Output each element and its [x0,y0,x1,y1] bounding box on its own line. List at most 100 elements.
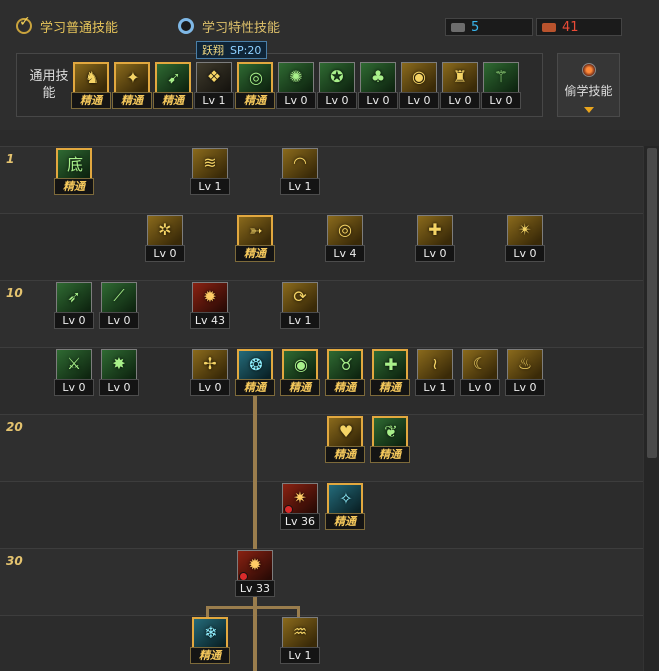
level-requirement-label: 20 [6,420,23,434]
tree-skill-frost-beast[interactable]: ❄ 精通 [190,617,230,665]
tree-skill-ultimate[interactable]: ✹ Lv 33 [235,550,275,598]
frost-beast-icon: ❄ [204,622,218,642]
steal-icon [582,63,596,77]
tree-row: 20 [0,414,643,481]
tooltip-skill-name: 跃翔 [202,44,224,57]
skill-level: Lv 0 [399,92,439,109]
base-kick-icon: 底 [66,155,83,174]
common-skill-4[interactable]: ◎ 精通 [235,62,275,110]
tree-skill-shield[interactable]: ✚ Lv 0 [415,215,455,263]
tree-skill-arc[interactable]: ◠ Lv 1 [280,148,320,196]
tree-skill-spin[interactable]: ⟳ Lv 1 [280,282,320,330]
tree-skill-vine[interactable]: ❦ 精通 [370,416,410,464]
common-skill-0[interactable]: ♞ 精通 [71,62,111,110]
skill-tree: 1 10 20 30 底精通 ≋ Lv 1 ◠ Lv 1 ✲ Lv 0 ➳ 精通 ◎ Lv 4 ✚ Lv 0 ✴… [0,146,659,671]
tab-trait-skills-label: 学习特性技能 [202,20,281,36]
tree-row [0,347,643,414]
skill-level: Lv 0 [460,379,500,396]
heal-cross-icon: ✚ [384,354,398,374]
skill-level: Lv 1 [280,647,320,664]
skill-level: Lv 1 [415,379,455,396]
common-skill-8[interactable]: ◉ Lv 0 [399,62,439,110]
shout-icon: ✪ [330,66,344,86]
scrollbar[interactable] [643,146,659,671]
common-skill-9[interactable]: ♜ Lv 0 [440,62,480,110]
common-skill-7[interactable]: ♣ Lv 0 [358,62,398,110]
tree-row: 10 [0,280,643,347]
tree-skill-orb[interactable]: ❂ 精通 [235,349,275,397]
eye-icon: ◉ [412,66,426,86]
common-skill-10[interactable]: ⚚ Lv 0 [481,62,521,110]
skill-window-header: 学习普通技能 学习特性技能 5 41 跃翔 SP:20 通用技能 ♞精通✦精通➹… [0,0,659,130]
tree-skill-blade[interactable]: ⟋ Lv 0 [99,282,139,330]
mastery-badge: 精通 [370,379,410,396]
tree-skill-dash[interactable]: ➳ 精通 [235,215,275,263]
skill-level: Lv 0 [317,92,357,109]
skill-level: Lv 4 [325,245,365,262]
tree-skill-fire[interactable]: ✹ Lv 43 [190,282,230,330]
tree-row [0,615,643,671]
slash-icon: ≋ [203,152,217,172]
tab-normal-skills-label: 学习普通技能 [40,20,119,36]
skill-level: Lv 0 [54,312,94,329]
skill-level: Lv 0 [54,379,94,396]
common-skill-6[interactable]: ✪ Lv 0 [317,62,357,110]
sword-icon: ⚔ [66,353,82,373]
tree-skill-explode[interactable]: ✷ Lv 36 [280,483,320,531]
steal-skill-button[interactable]: 偷学技能 [557,53,620,117]
orb-icon: ❂ [249,354,263,374]
arc-icon: ◠ [293,152,307,172]
star-burst-icon: ✸ [112,353,126,373]
vine-icon: ❦ [384,421,398,441]
skill-level: Lv 0 [99,312,139,329]
scrollbar-thumb[interactable] [647,148,657,458]
sp-value: 5 [471,19,480,35]
mushroom-icon: ♣ [370,66,386,86]
dash-icon: ➳ [249,220,263,240]
tree-connector [206,606,300,609]
level-requirement-label: 1 [6,152,15,166]
skill-level: Lv 0 [440,92,480,109]
tree-skill-spear[interactable]: ➶ Lv 0 [54,282,94,330]
mastery-badge: 精通 [71,92,111,109]
tab-normal-skills[interactable]: 学习普通技能 [16,14,119,36]
tree-skill-whirl[interactable]: ◎ Lv 4 [325,215,365,263]
tree-skill-flame[interactable]: ♨ Lv 0 [505,349,545,397]
mastery-badge: 精通 [280,379,320,396]
sp-icon [451,22,465,32]
common-skills-label: 通用技能 [29,69,69,101]
tree-skill-ice-warrior[interactable]: ✧ 精通 [325,483,365,531]
blade-icon: ⟋ [113,286,125,305]
mastery-badge: 精通 [235,92,275,109]
whirl-icon: ◎ [338,219,352,239]
level-requirement-label: 10 [6,286,23,300]
tree-skill-heal-cross[interactable]: ✚ 精通 [370,349,410,397]
tree-skill-sword[interactable]: ⚔ Lv 0 [54,349,94,397]
tab-trait-skills[interactable]: 学习特性技能 [178,16,280,36]
tree-row: 1 [0,146,643,213]
skill-level: Lv 0 [358,92,398,109]
tree-skill-claw[interactable]: ≀ Lv 1 [415,349,455,397]
tree-skill-cross-slash[interactable]: ✢ Lv 0 [190,349,230,397]
tree-skill-moon[interactable]: ☾ Lv 0 [460,349,500,397]
checked-radio-icon [16,14,32,34]
common-skill-1[interactable]: ✦ 精通 [112,62,152,110]
tree-skill-star-burst[interactable]: ✸ Lv 0 [99,349,139,397]
common-skill-3[interactable]: ❖ Lv 1 [194,62,234,110]
common-skill-2[interactable]: ➹ 精通 [153,62,193,110]
tree-skill-green-eye[interactable]: ◉ 精通 [280,349,320,397]
tree-skill-burst[interactable]: ✲ Lv 0 [145,215,185,263]
tree-skill-base-kick[interactable]: 底精通 [54,148,94,196]
tornado-icon: ♒ [292,621,308,641]
heart-shield-icon: ♥ [338,421,354,441]
skill-level: Lv 36 [280,513,320,530]
tree-skill-beast[interactable]: ♉ 精通 [325,349,365,397]
common-skill-5[interactable]: ✺ Lv 0 [276,62,316,110]
tree-skill-heart-shield[interactable]: ♥ 精通 [325,416,365,464]
target-icon: ◎ [249,67,263,87]
mastery-badge: 精通 [235,379,275,396]
tree-skill-slash[interactable]: ≋ Lv 1 [190,148,230,196]
tree-skill-tornado[interactable]: ♒ Lv 1 [280,617,320,665]
tree-skill-fan[interactable]: ✴ Lv 0 [505,215,545,263]
radio-icon [178,18,194,34]
